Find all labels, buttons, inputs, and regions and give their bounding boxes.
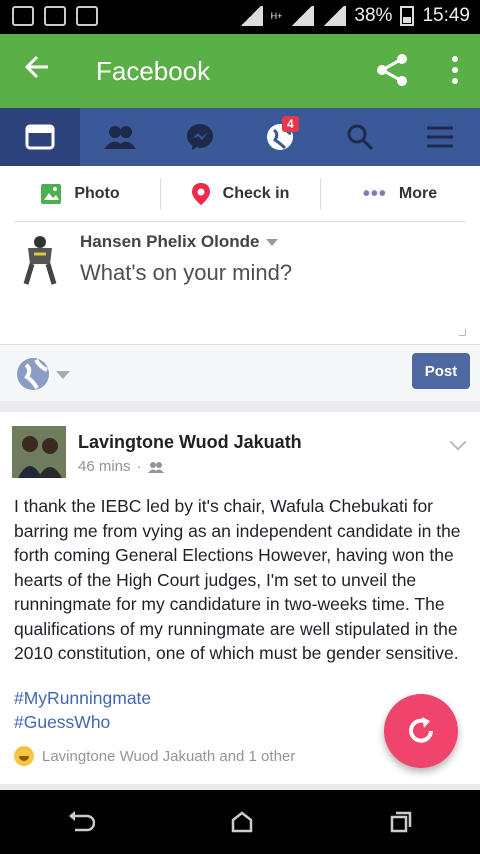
- back-arrow-icon[interactable]: [24, 54, 50, 86]
- photo-icon: [41, 184, 62, 204]
- search-icon: [347, 124, 374, 151]
- divider: [14, 221, 466, 222]
- share-icon[interactable]: [374, 52, 410, 93]
- post-meta: 46 mins ·: [78, 458, 164, 475]
- recents-nav-icon[interactable]: [389, 810, 413, 834]
- back-nav-icon[interactable]: [67, 810, 96, 834]
- status-bar: H+ 38% 15:49: [0, 0, 480, 34]
- messenger-icon: [187, 124, 213, 150]
- post-bar: Post: [0, 344, 480, 401]
- gallery-icon: [12, 6, 34, 26]
- tab-friends[interactable]: [80, 108, 160, 166]
- tab-notifications[interactable]: 4: [240, 108, 320, 166]
- composer-user-name[interactable]: Hansen Phelix Olonde: [80, 232, 278, 252]
- signal-icon: [290, 6, 315, 26]
- tab-news-feed[interactable]: [0, 108, 80, 166]
- overflow-menu-icon[interactable]: [452, 56, 458, 89]
- reactions-text: Lavingtone Wuod Jakuath and 1 other: [42, 747, 296, 765]
- post-options-chevron-icon[interactable]: [449, 433, 467, 451]
- signal-icon-2: [322, 6, 347, 26]
- status-input[interactable]: What's on your mind?: [80, 260, 292, 286]
- battery-percent: 38%: [354, 5, 393, 26]
- vibrate-icon: [238, 6, 263, 26]
- meta-separator: ·: [136, 458, 142, 475]
- privacy-dropdown-icon[interactable]: [56, 371, 70, 379]
- check-in-button[interactable]: Check in: [160, 166, 320, 222]
- post-author-avatar[interactable]: [12, 426, 66, 478]
- home-nav-icon[interactable]: [230, 810, 254, 834]
- more-dots-icon: •••: [362, 182, 387, 205]
- tab-messenger[interactable]: [160, 108, 240, 166]
- app-bar: Facebook: [0, 34, 480, 108]
- facebook-nav: 4: [0, 108, 480, 166]
- resize-handle: [459, 329, 466, 336]
- location-pin-icon: [191, 183, 210, 205]
- post-hashtags: #MyRunningmate #GuessWho: [14, 686, 151, 734]
- post-body: I thank the IEBC led by it's chair, Wafu…: [14, 496, 461, 663]
- hashtag-link[interactable]: #MyRunningmate: [14, 686, 151, 710]
- system-nav-bar: [0, 790, 480, 854]
- check-in-label: Check in: [222, 185, 290, 202]
- mail-icon: [44, 6, 66, 26]
- hamburger-menu-icon: [427, 126, 453, 148]
- tab-search[interactable]: [320, 108, 400, 166]
- user-name-text: Hansen Phelix Olonde: [80, 232, 260, 251]
- photo-button[interactable]: Photo: [0, 166, 160, 222]
- photo-label: Photo: [74, 185, 120, 202]
- more-label: More: [398, 185, 438, 202]
- privacy-globe-icon[interactable]: [16, 357, 50, 396]
- message-icon: [76, 6, 98, 26]
- refresh-button[interactable]: [384, 694, 458, 768]
- post-author-name[interactable]: Lavingtone Wuod Jakuath: [78, 432, 302, 453]
- friends-icon: [104, 126, 136, 149]
- network-type: H+: [270, 11, 283, 21]
- audience-dropdown-icon: [265, 239, 278, 247]
- clock: 15:49: [422, 5, 470, 26]
- battery-icon: [400, 6, 415, 26]
- refresh-icon: [409, 717, 433, 743]
- status-composer: Photo Check in ••• More Hansen Phelix Ol…: [0, 166, 480, 344]
- notification-badge: 4: [282, 116, 299, 132]
- haha-reaction-icon: [14, 746, 34, 766]
- friends-audience-icon: [147, 461, 164, 473]
- post-button[interactable]: Post: [412, 353, 470, 389]
- app-title: Facebook: [96, 56, 211, 86]
- post-time[interactable]: 46 mins: [78, 458, 131, 475]
- more-button[interactable]: ••• More: [320, 166, 480, 222]
- news-feed-icon: [25, 124, 55, 150]
- avatar: [20, 234, 60, 285]
- tab-menu[interactable]: [400, 108, 480, 166]
- hashtag-link[interactable]: #GuessWho: [14, 710, 151, 734]
- reactions-summary[interactable]: Lavingtone Wuod Jakuath and 1 other: [14, 746, 295, 766]
